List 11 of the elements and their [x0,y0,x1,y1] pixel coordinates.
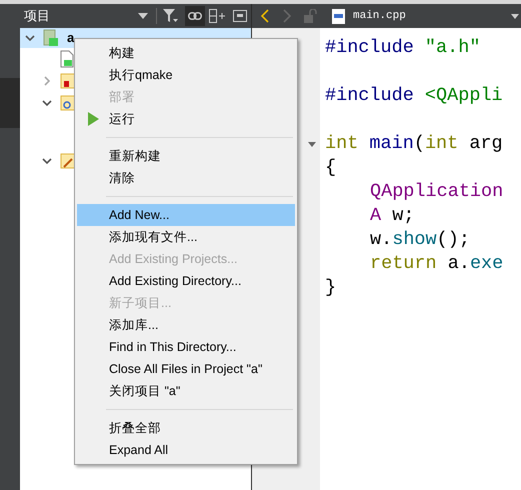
code-line: w.show(); [369,228,470,252]
code-line: return a.exe [369,252,504,276]
code-line: int main(int arg [325,132,503,156]
panel-title: 项目 [24,7,51,26]
code-line: A w; [369,204,414,228]
project-name: a [67,29,74,48]
code-line: { [325,156,336,180]
code-line: } [325,276,336,300]
code-line: #include <QAppli [325,84,503,108]
code-line: #include "a.h" [325,36,480,60]
code-line: QApplication [369,180,504,204]
